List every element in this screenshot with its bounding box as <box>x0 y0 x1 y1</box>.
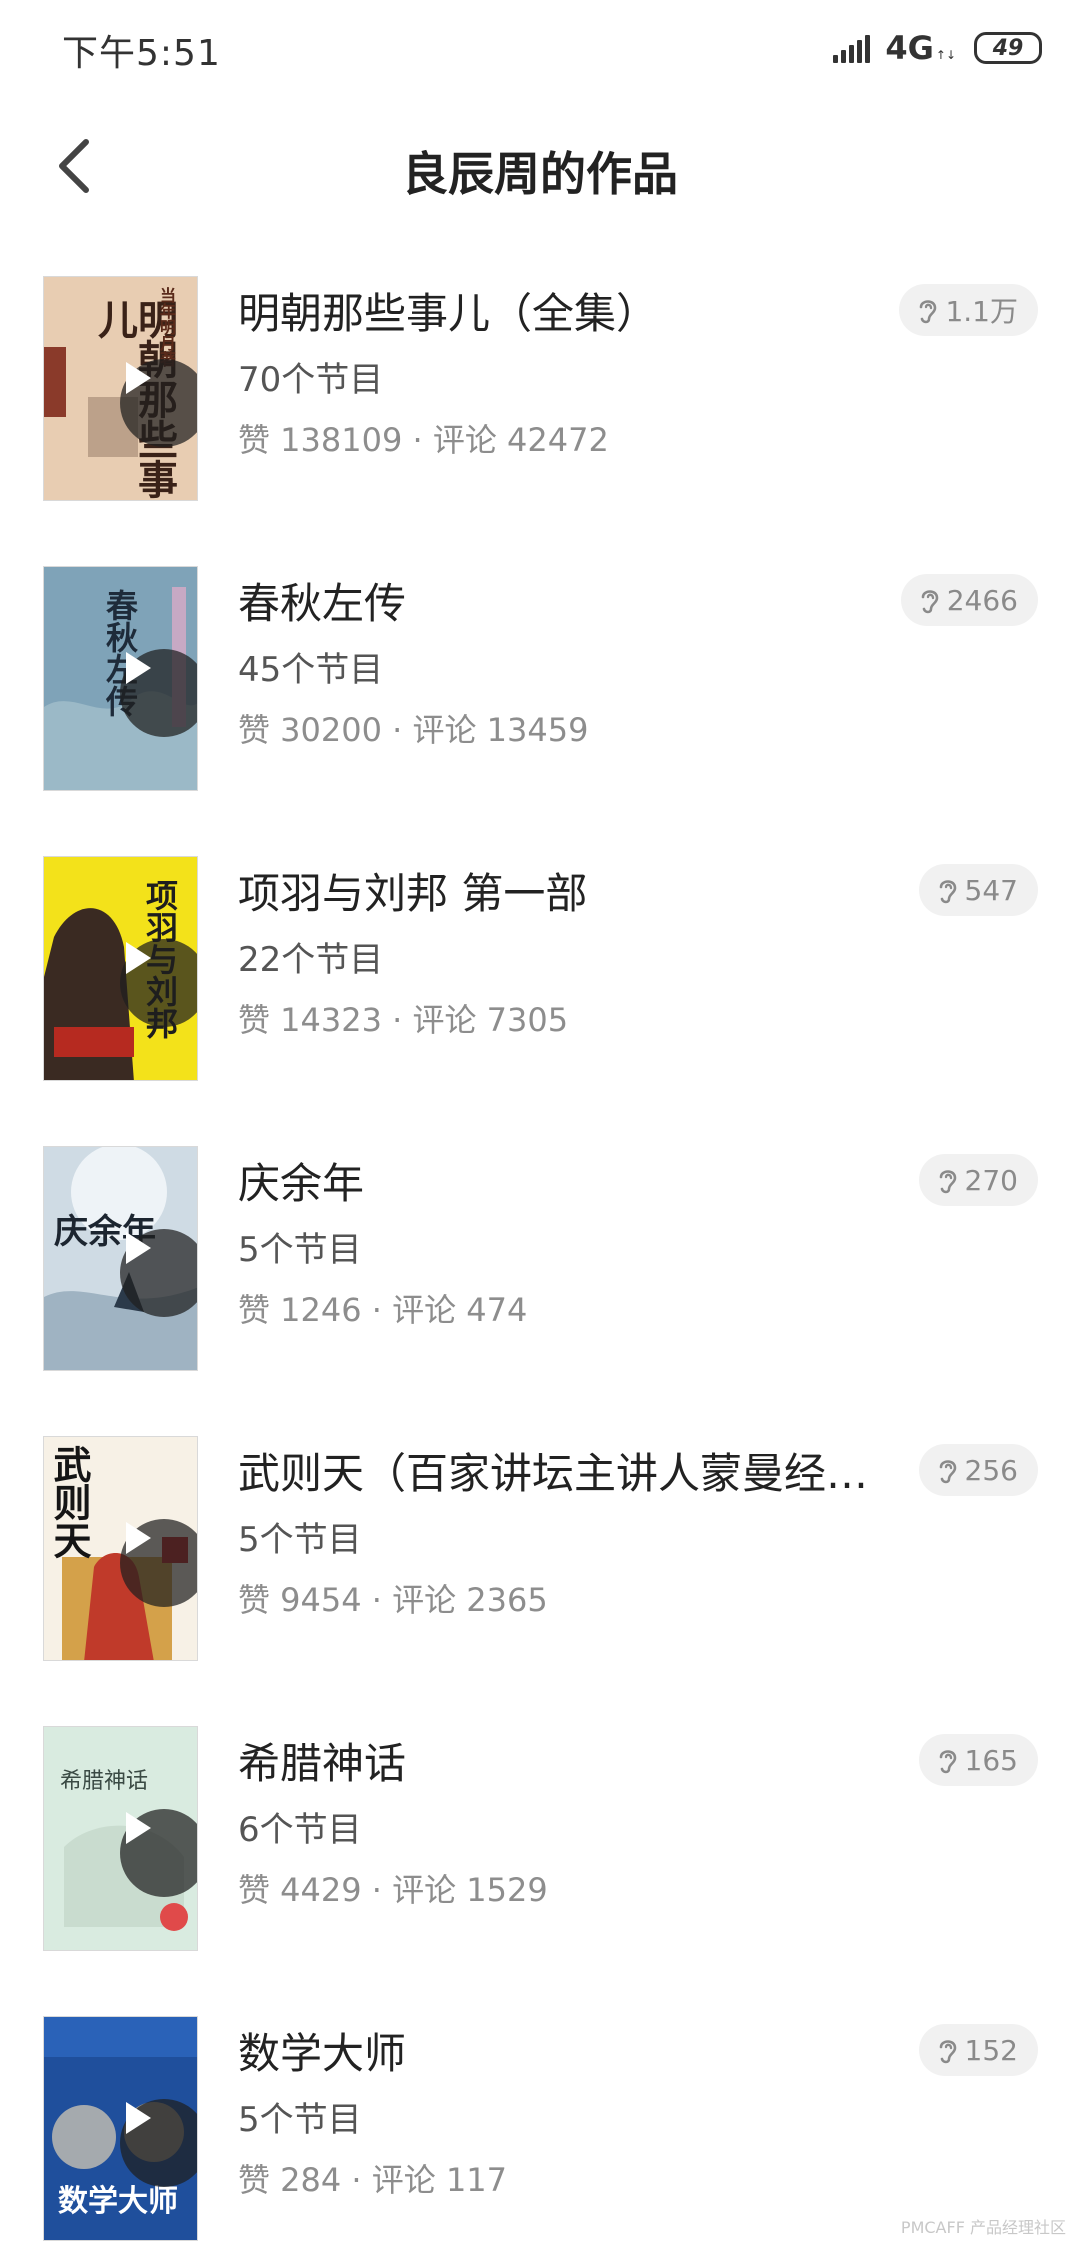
work-info: 春秋左传 45个节目 赞 30200 · 评论 13459 <box>238 574 888 752</box>
cover-title: 武则天 <box>47 1445 92 1559</box>
play-button[interactable] <box>120 359 197 447</box>
network-type: 4G <box>885 29 934 67</box>
status-indicators: 4G ↑↓ 49 <box>833 26 1042 70</box>
listen-count: 547 <box>964 873 1018 907</box>
listen-count: 256 <box>964 1453 1018 1487</box>
nav-bar: 良辰周的作品 <box>0 96 1080 236</box>
episode-count: 5个节目 <box>238 1230 362 1270</box>
status-bar: 下午5:51 4G ↑↓ 49 <box>0 0 1080 96</box>
watermark: PMCAFF 产品经理社区 <box>900 2218 1066 2237</box>
play-icon <box>126 1812 151 1844</box>
play-icon <box>126 1232 151 1264</box>
work-stats: 赞 30200 · 评论 13459 <box>238 711 589 749</box>
listen-count: 165 <box>964 1743 1018 1777</box>
play-icon <box>126 2102 151 2134</box>
list-item[interactable]: 数学大师 数学大师 5个节目 赞 284 · 评论 117 152 <box>0 2002 1080 2248</box>
work-title[interactable]: 明朝那些事儿（全集） <box>238 284 888 344</box>
list-item[interactable]: 武则天 武则天（百家讲坛主讲人蒙曼经… 5个节目 赞 9454 · 评论 236… <box>0 1422 1080 1712</box>
book-cover[interactable]: 希腊神话 <box>43 1726 198 1951</box>
book-cover[interactable]: 明朝那些事儿 当年明月著 <box>43 276 198 501</box>
listen-count: 1.1万 <box>945 295 1018 328</box>
works-list: 明朝那些事儿 当年明月著 明朝那些事儿（全集） 70个节目 赞 138109 ·… <box>0 262 1080 2248</box>
episode-count: 45个节目 <box>238 650 384 690</box>
list-item[interactable]: 庆余年 庆余年 5个节目 赞 1246 · 评论 474 270 <box>0 1132 1080 1422</box>
episode-count: 5个节目 <box>238 2100 362 2140</box>
work-info: 庆余年 5个节目 赞 1246 · 评论 474 <box>238 1154 888 1332</box>
list-item[interactable]: 项羽与刘邦 项羽与刘邦 第一部 22个节目 赞 14323 · 评论 7305 … <box>0 842 1080 1132</box>
work-title[interactable]: 数学大师 <box>238 2024 888 2084</box>
ear-icon <box>939 880 956 904</box>
status-time: 下午5:51 <box>62 33 221 74</box>
book-cover[interactable]: 春秋左传 <box>43 566 198 791</box>
work-title[interactable]: 春秋左传 <box>238 574 888 634</box>
network-activity-icon: ↑↓ <box>935 48 956 62</box>
cover-title: 希腊神话 <box>60 1769 149 1794</box>
play-button[interactable] <box>120 649 197 737</box>
listen-count-badge: 256 <box>918 1444 1038 1496</box>
work-info: 项羽与刘邦 第一部 22个节目 赞 14323 · 评论 7305 <box>238 864 888 1042</box>
work-info: 明朝那些事儿（全集） 70个节目 赞 138109 · 评论 42472 <box>238 284 888 462</box>
cover-title: 数学大师 <box>58 2184 178 2219</box>
work-stats: 赞 14323 · 评论 7305 <box>238 1001 569 1039</box>
work-title[interactable]: 武则天（百家讲坛主讲人蒙曼经… <box>238 1444 888 1504</box>
work-stats: 赞 1246 · 评论 474 <box>238 1291 528 1329</box>
episode-count: 6个节目 <box>238 1810 362 1850</box>
battery-icon: 49 <box>974 32 1042 64</box>
ear-icon <box>920 300 937 324</box>
work-stats: 赞 4429 · 评论 1529 <box>238 1871 548 1909</box>
book-cover[interactable]: 数学大师 <box>43 2016 198 2241</box>
book-cover[interactable]: 庆余年 <box>43 1146 198 1371</box>
list-item[interactable]: 希腊神话 希腊神话 6个节目 赞 4429 · 评论 1529 165 <box>0 1712 1080 2002</box>
play-icon <box>126 942 151 974</box>
listen-count-badge: 165 <box>918 1734 1038 1786</box>
ear-icon <box>939 1460 956 1484</box>
work-info: 希腊神话 6个节目 赞 4429 · 评论 1529 <box>238 1734 888 1912</box>
list-item[interactable]: 明朝那些事儿 当年明月著 明朝那些事儿（全集） 70个节目 赞 138109 ·… <box>0 262 1080 552</box>
work-stats: 赞 9454 · 评论 2365 <box>238 1581 548 1619</box>
listen-count: 270 <box>964 1163 1018 1197</box>
play-button[interactable] <box>120 1519 197 1607</box>
listen-count-badge: 547 <box>918 864 1038 916</box>
listen-count-badge: 2466 <box>900 574 1038 626</box>
cover-author: 当年明月著 <box>157 287 176 367</box>
play-button[interactable] <box>120 1229 197 1317</box>
work-info: 数学大师 5个节目 赞 284 · 评论 117 <box>238 2024 888 2202</box>
work-stats: 赞 138109 · 评论 42472 <box>238 421 609 459</box>
play-button[interactable] <box>120 1809 197 1897</box>
ear-icon <box>939 1170 956 1194</box>
ear-icon <box>939 1750 956 1774</box>
list-item[interactable]: 春秋左传 春秋左传 45个节目 赞 30200 · 评论 13459 2466 <box>0 552 1080 842</box>
episode-count: 70个节目 <box>238 360 384 400</box>
play-icon <box>126 362 151 394</box>
play-button[interactable] <box>120 939 197 1027</box>
listen-count-badge: 152 <box>918 2024 1038 2076</box>
page-title: 良辰周的作品 <box>402 147 678 201</box>
work-title[interactable]: 庆余年 <box>238 1154 888 1214</box>
work-stats: 赞 284 · 评论 117 <box>238 2161 508 2199</box>
episode-count: 5个节目 <box>238 1520 362 1560</box>
book-cover[interactable]: 武则天 <box>43 1436 198 1661</box>
signal-icon <box>833 33 875 63</box>
ear-icon <box>939 2040 956 2064</box>
listen-count: 2466 <box>946 583 1018 617</box>
work-title[interactable]: 项羽与刘邦 第一部 <box>238 864 888 924</box>
work-info: 武则天（百家讲坛主讲人蒙曼经… 5个节目 赞 9454 · 评论 2365 <box>238 1444 888 1622</box>
listen-count: 152 <box>964 2033 1018 2067</box>
battery-level: 49 <box>992 35 1024 61</box>
episode-count: 22个节目 <box>238 940 384 980</box>
play-icon <box>126 1522 151 1554</box>
ear-icon <box>921 590 939 614</box>
work-title[interactable]: 希腊神话 <box>238 1734 888 1794</box>
book-cover[interactable]: 项羽与刘邦 <box>43 856 198 1081</box>
listen-count-badge: 1.1万 <box>899 284 1038 336</box>
play-button[interactable] <box>120 2099 197 2187</box>
listen-count-badge: 270 <box>918 1154 1038 1206</box>
play-icon <box>126 652 151 684</box>
